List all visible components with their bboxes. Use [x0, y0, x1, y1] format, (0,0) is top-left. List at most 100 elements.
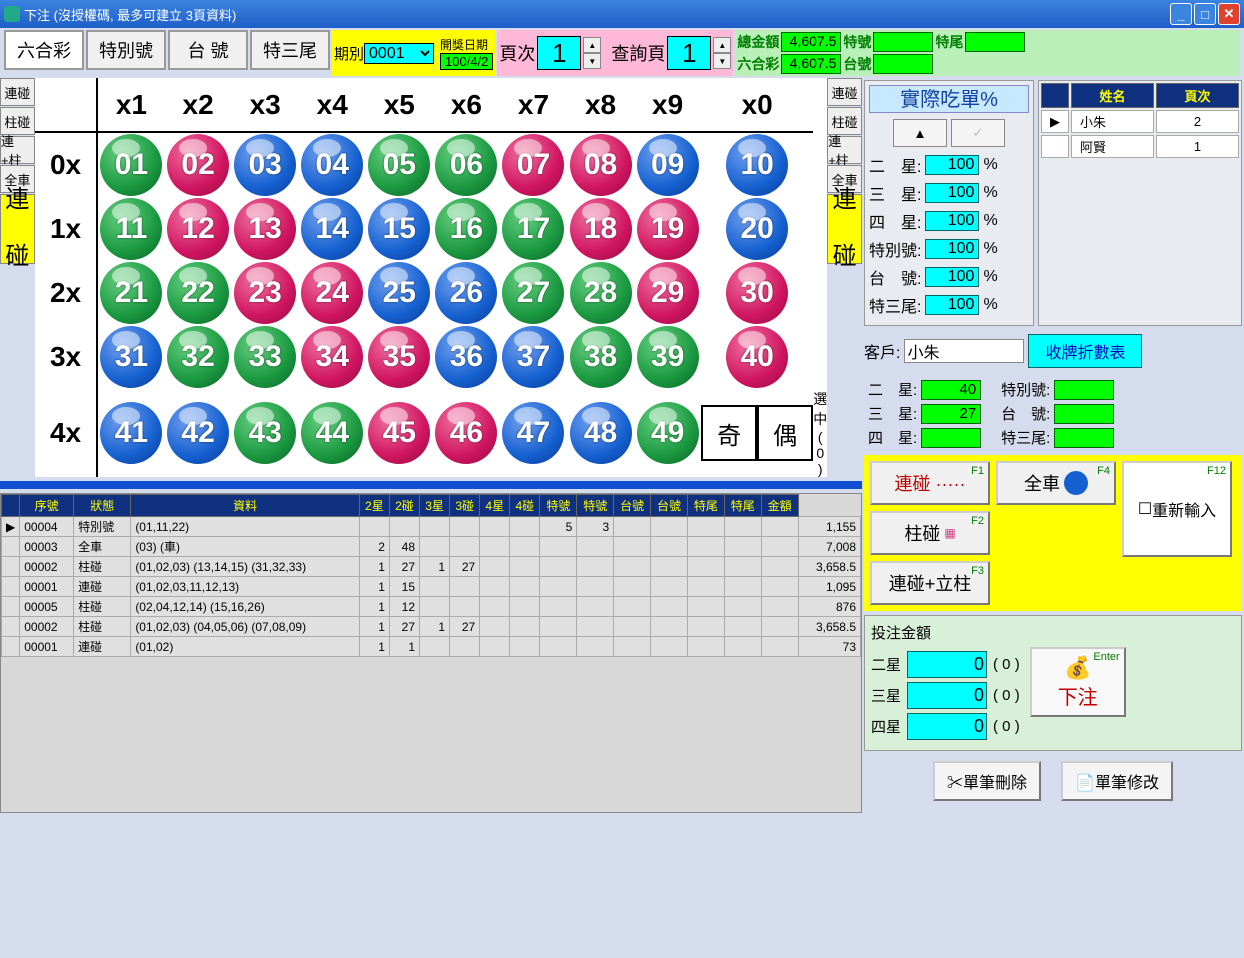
table-row[interactable]: 00003全車(03) (車)2487,008 [2, 537, 861, 557]
bet-amount-input[interactable] [907, 651, 987, 678]
action-zhupeng[interactable]: F2柱碰▦ [870, 511, 990, 555]
ball-27[interactable]: 27 [502, 262, 564, 324]
ball-10[interactable]: 10 [726, 134, 788, 196]
ball-35[interactable]: 35 [368, 326, 430, 388]
ball-04[interactable]: 04 [301, 134, 363, 196]
ball-05[interactable]: 05 [368, 134, 430, 196]
eat-ok-button[interactable]: ✓ [951, 119, 1005, 147]
eat-pct-value[interactable]: 100 [925, 183, 979, 203]
col-header[interactable]: x7 [500, 78, 567, 132]
ball-21[interactable]: 21 [100, 262, 162, 324]
ball-19[interactable]: 19 [637, 198, 699, 260]
col-header[interactable]: x2 [165, 78, 232, 132]
maximize-button[interactable]: □ [1194, 3, 1216, 25]
ball-43[interactable]: 43 [234, 402, 296, 464]
ball-47[interactable]: 47 [502, 402, 564, 464]
table-row[interactable]: 00001連碰(01,02,03,11,12,13)1151,095 [2, 577, 861, 597]
customer-row[interactable]: ▶小朱2 [1041, 110, 1239, 133]
ball-28[interactable]: 28 [570, 262, 632, 324]
query-input[interactable] [667, 36, 711, 70]
action-lianpeng[interactable]: F1連碰 ····· [870, 461, 990, 505]
col-header[interactable]: x3 [232, 78, 299, 132]
period-select[interactable]: 0001 [364, 43, 434, 64]
bet-amount-input[interactable] [907, 713, 987, 740]
tab-threetail[interactable]: 特三尾 [250, 30, 330, 70]
bet-amount-input[interactable] [907, 682, 987, 709]
table-row[interactable]: 00001連碰(01,02)1173 [2, 637, 861, 657]
odd-button[interactable]: 奇 [701, 405, 757, 461]
side-lianzhu-r[interactable]: 連+柱 [827, 136, 862, 164]
ball-31[interactable]: 31 [100, 326, 162, 388]
eat-pct-value[interactable]: 100 [925, 239, 979, 259]
ball-45[interactable]: 45 [368, 402, 430, 464]
row-header[interactable]: 4x [35, 389, 98, 477]
ball-32[interactable]: 32 [167, 326, 229, 388]
ball-12[interactable]: 12 [167, 198, 229, 260]
ball-20[interactable]: 20 [726, 198, 788, 260]
customer-input[interactable] [904, 339, 1024, 363]
eat-pct-value[interactable]: 100 [925, 211, 979, 231]
side-lian-r[interactable]: 連碰 [827, 194, 862, 264]
query-down[interactable]: ▼ [713, 53, 731, 69]
table-row[interactable]: 00002柱碰(01,02,03) (04,05,06) (07,08,09)1… [2, 617, 861, 637]
close-button[interactable]: ✕ [1218, 3, 1240, 25]
ball-33[interactable]: 33 [234, 326, 296, 388]
eat-pct-value[interactable]: 100 [925, 267, 979, 287]
ball-15[interactable]: 15 [368, 198, 430, 260]
page-input[interactable] [537, 36, 581, 70]
ball-37[interactable]: 37 [502, 326, 564, 388]
col-header[interactable]: x1 [97, 78, 164, 132]
ball-34[interactable]: 34 [301, 326, 363, 388]
row-header[interactable]: 2x [35, 261, 98, 325]
side-lianzhu-l[interactable]: 連+柱 [0, 136, 35, 164]
page-down[interactable]: ▼ [583, 53, 601, 69]
side-lian-l[interactable]: 連碰 [0, 194, 35, 264]
customer-row[interactable]: 阿賢1 [1041, 135, 1239, 158]
ball-39[interactable]: 39 [637, 326, 699, 388]
col-header[interactable]: x8 [567, 78, 634, 132]
ball-30[interactable]: 30 [726, 262, 788, 324]
action-lianzhu[interactable]: F3連碰+立柱 [870, 561, 990, 605]
row-header[interactable]: 1x [35, 197, 98, 261]
action-quanche[interactable]: F4全車 [996, 461, 1116, 505]
ball-14[interactable]: 14 [301, 198, 363, 260]
ball-42[interactable]: 42 [167, 402, 229, 464]
even-button[interactable]: 偶 [757, 405, 813, 461]
query-up[interactable]: ▲ [713, 37, 731, 53]
ball-38[interactable]: 38 [570, 326, 632, 388]
side-lianpeng-l[interactable]: 連碰 [0, 78, 35, 106]
eat-up-button[interactable]: ▲ [893, 119, 947, 147]
table-row[interactable]: 00005柱碰(02,04,12,14) (15,16,26)112876 [2, 597, 861, 617]
page-up[interactable]: ▲ [583, 37, 601, 53]
ball-23[interactable]: 23 [234, 262, 296, 324]
ball-44[interactable]: 44 [301, 402, 363, 464]
side-lianpeng-r[interactable]: 連碰 [827, 78, 862, 106]
row-header[interactable]: 3x [35, 325, 98, 389]
ball-48[interactable]: 48 [570, 402, 632, 464]
eat-pct-value[interactable]: 100 [925, 295, 979, 315]
ball-25[interactable]: 25 [368, 262, 430, 324]
eat-pct-value[interactable]: 100 [925, 155, 979, 175]
row-header[interactable]: 0x [35, 132, 98, 197]
reset-button[interactable]: F12☐重新輸入 [1122, 461, 1232, 557]
ball-18[interactable]: 18 [570, 198, 632, 260]
ball-46[interactable]: 46 [435, 402, 497, 464]
ball-13[interactable]: 13 [234, 198, 296, 260]
ball-17[interactable]: 17 [502, 198, 564, 260]
col-header[interactable]: x4 [299, 78, 366, 132]
tab-special[interactable]: 特別號 [86, 30, 166, 70]
ball-07[interactable]: 07 [502, 134, 564, 196]
place-bet-button[interactable]: Enter 💰 下注 [1030, 647, 1126, 717]
ball-08[interactable]: 08 [570, 134, 632, 196]
ball-09[interactable]: 09 [637, 134, 699, 196]
col-header[interactable]: x9 [634, 78, 701, 132]
ball-01[interactable]: 01 [100, 134, 162, 196]
ball-29[interactable]: 29 [637, 262, 699, 324]
ball-49[interactable]: 49 [637, 402, 699, 464]
col-header[interactable]: x0 [701, 78, 813, 132]
delete-single-button[interactable]: ✂單筆刪除 [933, 761, 1041, 801]
ball-16[interactable]: 16 [435, 198, 497, 260]
ball-06[interactable]: 06 [435, 134, 497, 196]
discount-table-button[interactable]: 收牌折數表 [1028, 334, 1142, 368]
table-row[interactable]: 00002柱碰(01,02,03) (13,14,15) (31,32,33)1… [2, 557, 861, 577]
